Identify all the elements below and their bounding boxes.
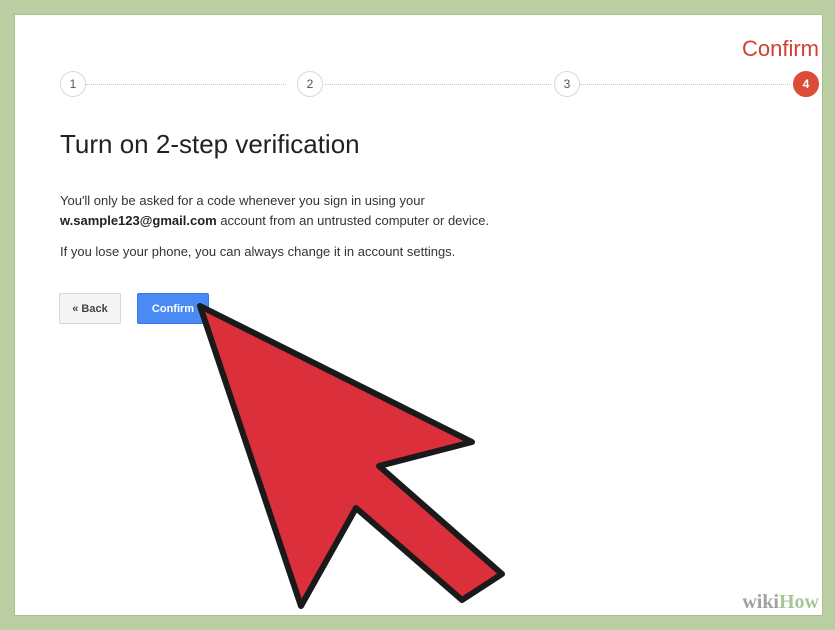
description-line-2: account from an untrusted computer or de… xyxy=(216,213,490,228)
watermark-wiki: wiki xyxy=(742,591,779,613)
confirm-button[interactable]: Confirm xyxy=(137,293,209,324)
page-title: Turn on 2-step verification xyxy=(60,129,360,159)
description-paragraph: You'll only be asked for a code whenever… xyxy=(60,191,489,231)
back-button[interactable]: « Back xyxy=(59,293,121,324)
step-3-circle: 3 xyxy=(554,71,580,97)
step-2-circle: 2 xyxy=(297,71,323,97)
wikihow-watermark: wikiHow xyxy=(742,591,819,614)
progress-connector xyxy=(580,84,790,85)
screenshot-frame: Confirm 1 2 3 4 Turn on 2-step verificat… xyxy=(14,14,823,616)
phone-note: If you lose your phone, you can always c… xyxy=(60,244,456,259)
account-email: w.sample123@gmail.com xyxy=(60,213,217,228)
step-4-circle: 4 xyxy=(793,71,819,97)
progress-steps: 1 2 3 4 xyxy=(14,14,823,134)
progress-connector xyxy=(325,84,551,85)
watermark-how: How xyxy=(779,591,819,613)
step-1-circle: 1 xyxy=(60,71,86,97)
description-line-1: You'll only be asked for a code whenever… xyxy=(60,193,425,208)
progress-connector xyxy=(86,84,286,85)
